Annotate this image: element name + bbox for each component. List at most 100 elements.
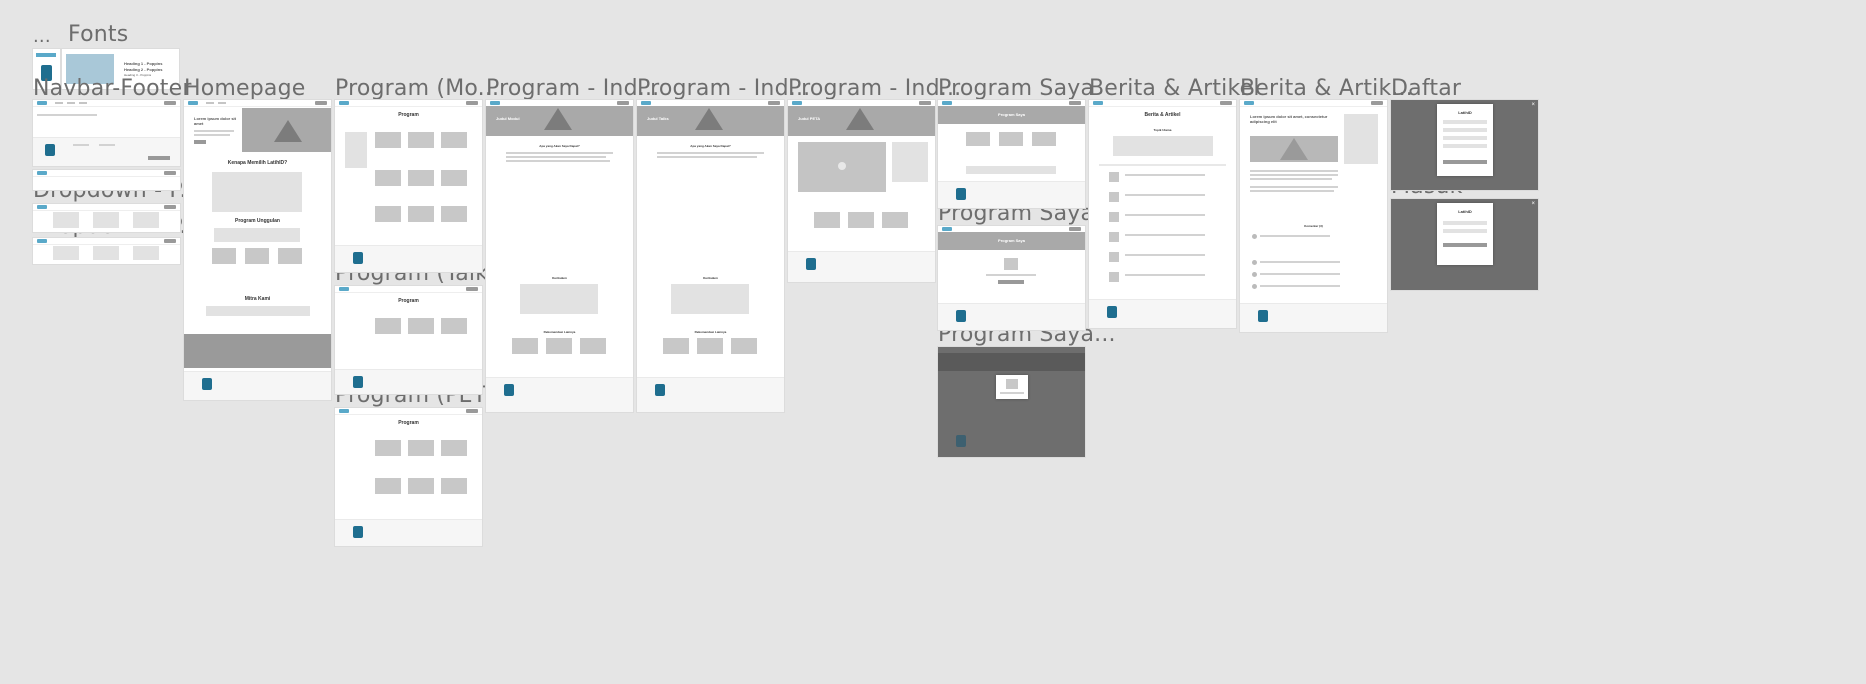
program-card — [408, 206, 434, 222]
frame-program-ind-1[interactable]: Judul Modul Apa yang Akan Saya Dapat? Ku… — [486, 100, 633, 412]
footer — [788, 251, 935, 282]
avatar — [1252, 284, 1257, 289]
modal-image — [1006, 379, 1018, 389]
frame-label-program-mo[interactable]: Program (Mo... — [335, 78, 499, 100]
curriculum-list — [520, 284, 598, 314]
nav-button — [466, 287, 478, 291]
frame-program-pet[interactable]: Program — [335, 408, 482, 546]
frame-program-saya-3[interactable] — [938, 347, 1085, 457]
program-card — [441, 132, 467, 148]
nav-button — [164, 239, 176, 243]
program-card — [408, 478, 434, 494]
cta-banner — [184, 334, 331, 368]
article-line — [1125, 174, 1205, 176]
frame-label-berita[interactable]: Berita & Artikel — [1089, 78, 1260, 100]
login-button[interactable] — [1443, 243, 1487, 247]
page-title: Program Saya — [998, 112, 1025, 117]
nav-button — [1220, 101, 1232, 105]
frame-homepage[interactable]: Lorem ipsum dolor sit amet Kenapa Memili… — [184, 100, 331, 400]
frame-label-program-ind-1[interactable]: Program - Ind... — [486, 78, 659, 100]
fonts-frame-label[interactable]: Fonts — [68, 24, 128, 46]
close-icon[interactable]: × — [1531, 201, 1535, 207]
tabs-divider — [1099, 164, 1226, 166]
detail-title: Judul Modul — [496, 116, 520, 121]
avatar — [1252, 272, 1257, 277]
dropdown-panel — [53, 212, 79, 228]
frame-program-ind-2[interactable]: Judul Talks Apa yang Akan Saya Dapat? Ku… — [637, 100, 784, 412]
nav-logo — [1093, 101, 1103, 105]
input-field[interactable] — [1443, 144, 1487, 148]
frame-label-program-ind-3[interactable]: Program - Ind... — [788, 78, 961, 100]
program-card — [408, 170, 434, 186]
input-field[interactable] — [1443, 221, 1487, 225]
footer-logo — [504, 384, 514, 396]
article-thumb — [1109, 272, 1119, 282]
frame-program-saya-2[interactable]: Program Saya — [938, 226, 1085, 330]
hero-image-triangle — [274, 120, 302, 142]
play-icon[interactable] — [838, 162, 846, 170]
frame-navbar-footer[interactable] — [33, 100, 180, 166]
nav-button — [466, 409, 478, 413]
program-card — [375, 132, 401, 148]
frame-dropdown-1b[interactable] — [33, 204, 180, 232]
filter-sidebar — [345, 132, 367, 168]
page-title: Berita & Artikel — [1144, 112, 1181, 118]
comment-line — [1260, 273, 1340, 275]
article-thumb — [1109, 172, 1119, 182]
nav-logo — [942, 227, 952, 231]
page-title: Program — [398, 420, 419, 426]
nav-button — [164, 171, 176, 175]
frame-label-program-ind-2[interactable]: Program - Ind... — [637, 78, 810, 100]
input-field[interactable] — [1443, 136, 1487, 140]
frame-program-talk[interactable]: Program — [335, 286, 482, 394]
frame-label-daftar[interactable]: Daftar — [1391, 78, 1461, 100]
program-card — [882, 212, 908, 228]
register-button[interactable] — [1443, 160, 1487, 164]
frame-label-berita-2[interactable]: Berita & Artik... — [1240, 78, 1413, 100]
frame-label-navbar-footer[interactable]: Navbar-Footer — [33, 78, 192, 100]
login-modal[interactable]: LatihID — [1437, 203, 1493, 265]
footer-logo — [956, 310, 966, 322]
section-title: Kenapa Memilih LatihID? — [227, 160, 288, 166]
frame-label-program-saya[interactable]: Program Saya — [938, 78, 1094, 100]
program-card — [408, 440, 434, 456]
curriculum-list — [671, 284, 749, 314]
footer — [486, 377, 633, 412]
article-sidebar — [1344, 114, 1378, 164]
footer — [1089, 299, 1236, 328]
frame-dropdown-2[interactable] — [33, 238, 180, 264]
input-field[interactable] — [1443, 120, 1487, 124]
empty-state-button — [998, 280, 1024, 284]
modal-dialog[interactable] — [996, 375, 1028, 399]
frame-berita[interactable]: Berita & Artikel Topik Utama — [1089, 100, 1236, 328]
frame-masuk[interactable]: LatihID × — [1391, 199, 1538, 290]
frame-berita-2[interactable]: Lorem ipsum dolor sit amet, consectetur … — [1240, 100, 1387, 332]
input-field[interactable] — [1443, 229, 1487, 233]
frame-program-mo[interactable]: Program — [335, 100, 482, 272]
nav-logo — [792, 101, 802, 105]
footer-logo — [45, 144, 55, 156]
register-modal[interactable]: LatihID — [1437, 104, 1493, 176]
overflow-label: ... — [33, 26, 51, 47]
frame-dropdown-1[interactable] — [33, 170, 180, 190]
close-icon[interactable]: × — [1531, 102, 1535, 108]
program-card — [441, 170, 467, 186]
frame-label-homepage[interactable]: Homepage — [184, 78, 306, 100]
footer — [637, 377, 784, 412]
comment-line — [1260, 261, 1340, 263]
nav-link — [206, 102, 214, 104]
frame-daftar[interactable]: LatihID × — [1391, 100, 1538, 190]
frame-program-saya[interactable]: Program Saya — [938, 100, 1085, 208]
program-card — [814, 212, 840, 228]
program-card — [441, 478, 467, 494]
nav-link — [218, 102, 226, 104]
text-line — [506, 160, 610, 162]
navbar — [184, 100, 331, 107]
page-title: Program — [398, 112, 419, 118]
program-card — [441, 206, 467, 222]
footer — [938, 181, 1085, 208]
nav-logo — [1244, 101, 1254, 105]
frame-program-ind-3[interactable]: Judul PETA — [788, 100, 935, 282]
input-field[interactable] — [1443, 128, 1487, 132]
article-thumb — [1109, 192, 1119, 202]
